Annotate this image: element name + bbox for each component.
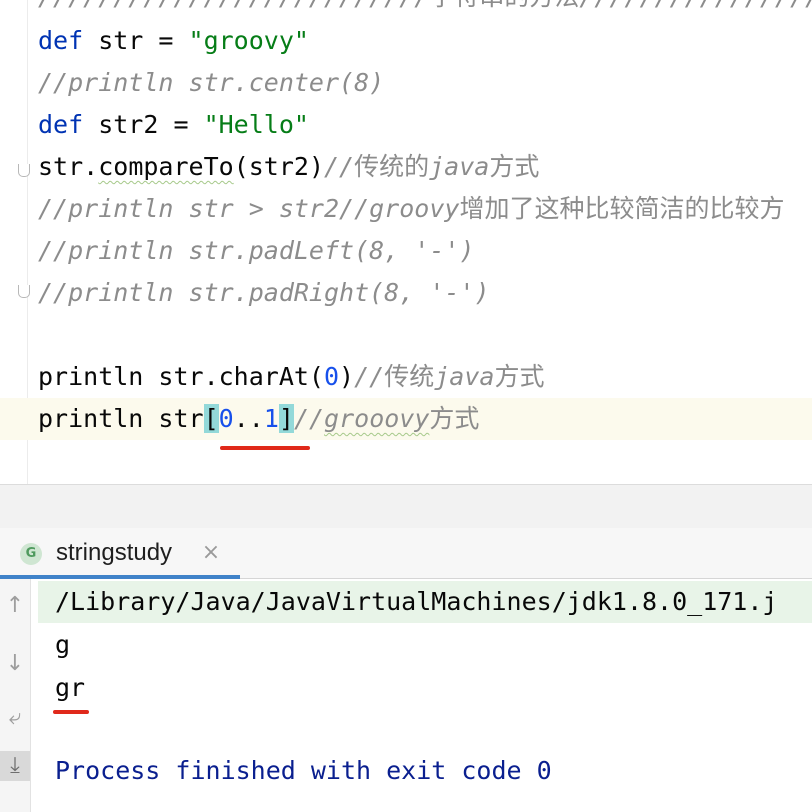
code-line-5: //println str > str2//groovy增加了这种比较简洁的比较… bbox=[38, 194, 785, 223]
console-toolbar: ↑ ↓ ⤶ ⤓ bbox=[0, 579, 31, 812]
panel-divider[interactable] bbox=[0, 484, 812, 530]
output-line: g bbox=[55, 630, 71, 659]
red-annotation-underline bbox=[220, 446, 310, 450]
code-line-4: str.compareTo(str2)//传统的java方式 bbox=[38, 152, 540, 181]
tab-stringstudy[interactable]: G stringstudy × bbox=[0, 528, 240, 579]
code-line-0: //////////////////////////字符串的方法////////… bbox=[38, 0, 812, 16]
fold-marker[interactable] bbox=[18, 285, 30, 298]
code-line-8: println str.charAt(0)//传统java方式 bbox=[38, 362, 545, 391]
close-icon[interactable]: × bbox=[198, 540, 224, 566]
groovy-icon: G bbox=[20, 543, 42, 565]
down-arrow-icon[interactable]: ↓ bbox=[0, 649, 30, 679]
output-command-line: /Library/Java/JavaVirtualMachines/jdk1.8… bbox=[55, 587, 778, 616]
code-line-1: def str = "groovy" bbox=[38, 26, 309, 55]
red-annotation-underline bbox=[53, 710, 89, 714]
code-line-6: //println str.padLeft(8, '-') bbox=[38, 236, 475, 265]
run-tab-bar: G stringstudy × bbox=[0, 528, 812, 579]
process-finished-message: Process finished with exit code 0 bbox=[55, 756, 552, 785]
tab-label: stringstudy bbox=[56, 539, 173, 566]
bracket-highlight: ] bbox=[278, 404, 294, 433]
code-line-9: println str[0..1]//grooovy方式 bbox=[38, 404, 480, 433]
up-arrow-icon[interactable]: ↑ bbox=[0, 591, 30, 621]
soft-wrap-icon[interactable]: ⤶ bbox=[0, 703, 30, 733]
scroll-to-end-icon[interactable]: ⤓ bbox=[0, 751, 30, 781]
fold-marker[interactable] bbox=[18, 164, 30, 177]
code-line-7: //println str.padRight(8, '-') bbox=[38, 278, 490, 307]
run-console[interactable]: ↑ ↓ ⤶ ⤓ /Library/Java/JavaVirtualMachine… bbox=[0, 579, 812, 812]
bracket-highlight: [ bbox=[203, 404, 219, 433]
code-line-3: def str2 = "Hello" bbox=[38, 110, 309, 139]
output-line: gr bbox=[55, 673, 86, 702]
code-editor[interactable]: //////////////////////////字符串的方法////////… bbox=[0, 0, 812, 484]
code-line-2: //println str.center(8) bbox=[38, 68, 385, 97]
